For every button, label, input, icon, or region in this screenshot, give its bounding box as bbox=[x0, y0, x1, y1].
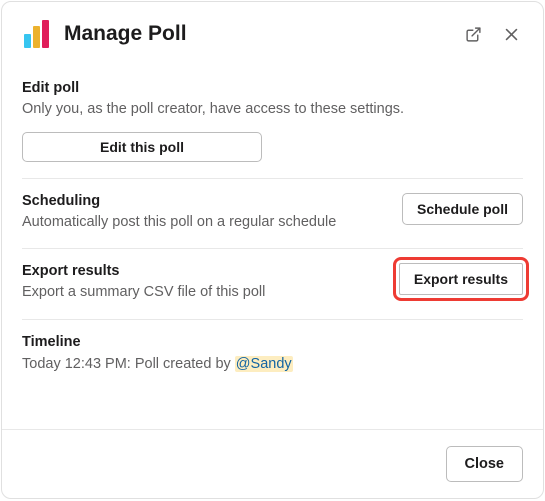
export-results-title: Export results bbox=[22, 263, 387, 279]
manage-poll-modal: Manage Poll Edit poll Only you, as the p… bbox=[1, 1, 544, 499]
scheduling-section: Scheduling Automatically post this poll … bbox=[22, 179, 523, 250]
export-results-button[interactable]: Export results bbox=[399, 263, 523, 295]
schedule-poll-button[interactable]: Schedule poll bbox=[402, 193, 523, 225]
edit-this-poll-button[interactable]: Edit this poll bbox=[22, 132, 262, 162]
popout-icon[interactable] bbox=[463, 24, 483, 44]
edit-poll-desc: Only you, as the poll creator, have acce… bbox=[22, 100, 523, 120]
edit-poll-section: Edit poll Only you, as the poll creator,… bbox=[22, 66, 523, 179]
export-results-desc: Export a summary CSV file of this poll bbox=[22, 283, 387, 303]
close-icon[interactable] bbox=[501, 24, 521, 44]
modal-footer: Close bbox=[2, 429, 543, 498]
poll-app-icon bbox=[24, 20, 52, 48]
export-results-section: Export results Export a summary CSV file… bbox=[22, 249, 523, 320]
timeline-entry-text: Today 12:43 PM: Poll created by bbox=[22, 356, 235, 372]
edit-poll-title: Edit poll bbox=[22, 80, 523, 96]
modal-title: Manage Poll bbox=[64, 22, 451, 46]
scheduling-title: Scheduling bbox=[22, 193, 390, 209]
scheduling-desc: Automatically post this poll on a regula… bbox=[22, 213, 390, 233]
modal-header: Manage Poll bbox=[2, 2, 543, 62]
timeline-section: Timeline Today 12:43 PM: Poll created by… bbox=[22, 320, 523, 388]
close-button[interactable]: Close bbox=[446, 446, 524, 482]
timeline-title: Timeline bbox=[22, 334, 523, 350]
timeline-entry: Today 12:43 PM: Poll created by @Sandy bbox=[22, 356, 523, 372]
header-actions bbox=[463, 24, 521, 44]
modal-body: Edit poll Only you, as the poll creator,… bbox=[2, 62, 543, 429]
user-mention[interactable]: @Sandy bbox=[235, 356, 293, 372]
